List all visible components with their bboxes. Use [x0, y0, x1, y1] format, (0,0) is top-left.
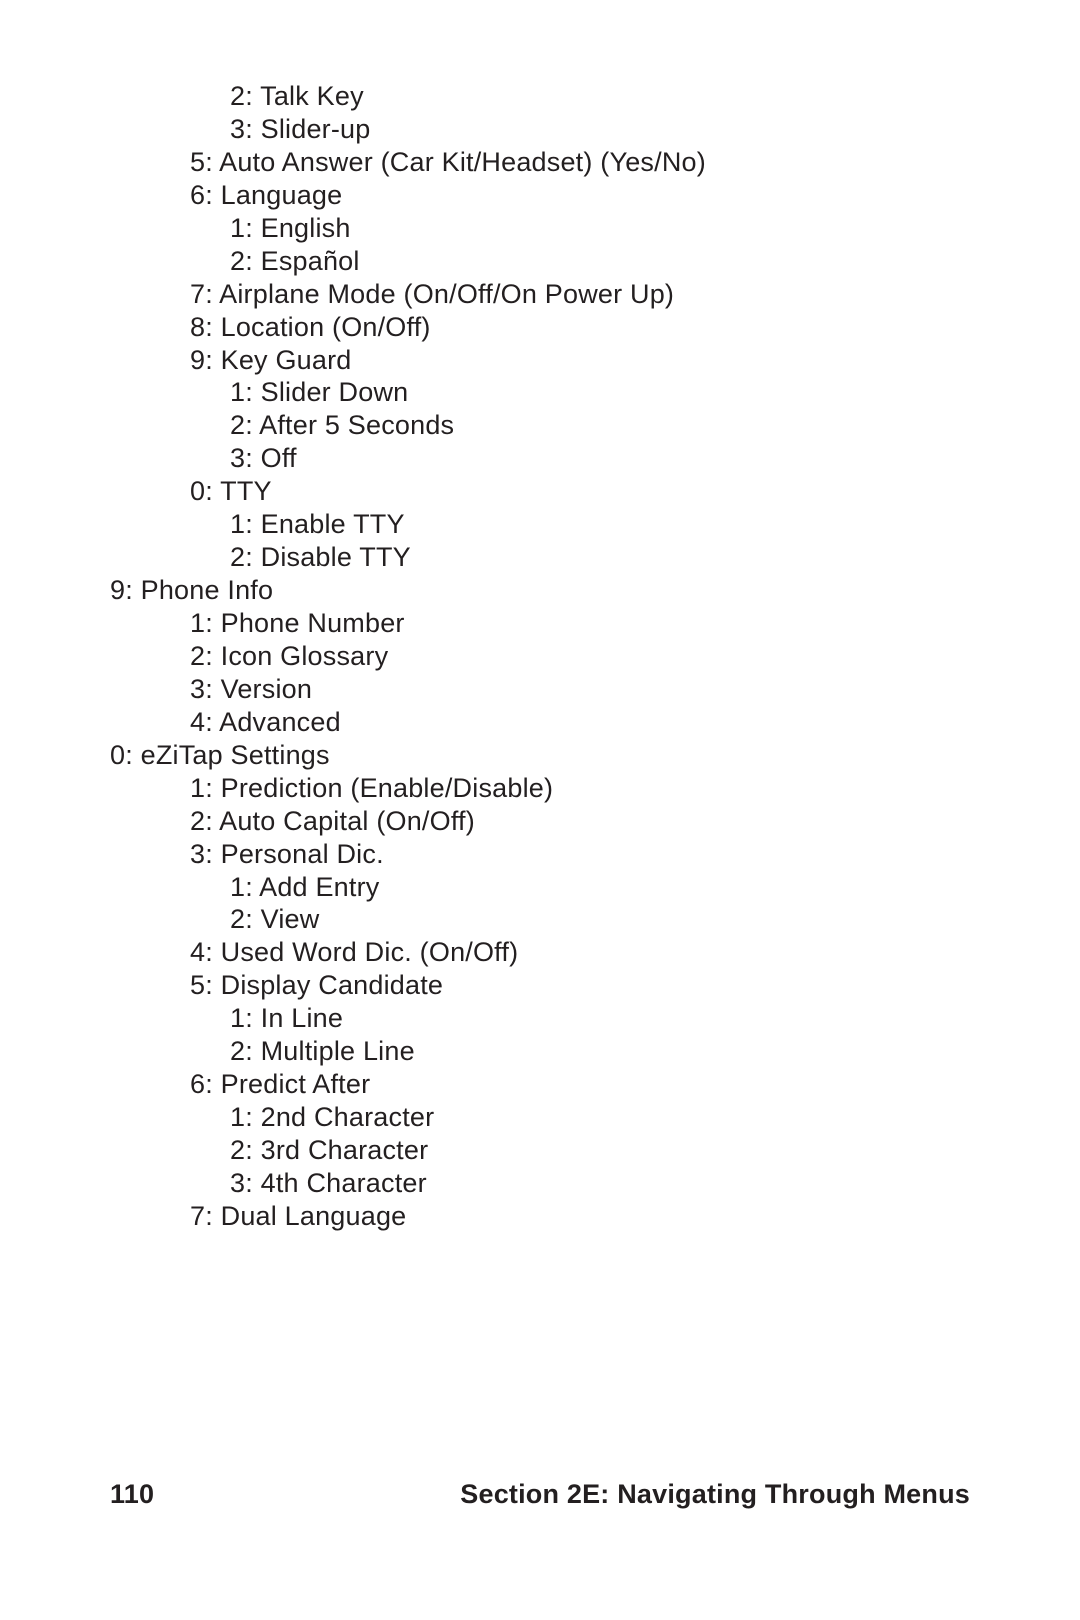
outline-line: 2: 3rd Character — [230, 1134, 970, 1167]
outline-line: 1: Add Entry — [230, 871, 970, 904]
outline-line: 1: Prediction (Enable/Disable) — [190, 772, 970, 805]
outline-line: 0: eZiTap Settings — [110, 739, 970, 772]
outline-line: 3: Slider-up — [230, 113, 970, 146]
outline-line: 1: Phone Number — [190, 607, 970, 640]
outline-line: 1: Slider Down — [230, 376, 970, 409]
outline-line: 4: Advanced — [190, 706, 970, 739]
outline-line: 8: Location (On/Off) — [190, 311, 970, 344]
outline-line: 7: Airplane Mode (On/Off/On Power Up) — [190, 278, 970, 311]
outline-line: 2: After 5 Seconds — [230, 409, 970, 442]
outline-line: 2: Español — [230, 245, 970, 278]
outline-line: 3: Off — [230, 442, 970, 475]
outline-line: 3: Personal Dic. — [190, 838, 970, 871]
outline-line: 5: Auto Answer (Car Kit/Headset) (Yes/No… — [190, 146, 970, 179]
outline-line: 3: Version — [190, 673, 970, 706]
outline-line: 2: Auto Capital (On/Off) — [190, 805, 970, 838]
outline-line: 4: Used Word Dic. (On/Off) — [190, 936, 970, 969]
outline-line: 3: 4th Character — [230, 1167, 970, 1200]
outline-line: 6: Language — [190, 179, 970, 212]
outline-line: 2: Multiple Line — [230, 1035, 970, 1068]
outline-line: 2: Icon Glossary — [190, 640, 970, 673]
outline-line: 2: View — [230, 903, 970, 936]
manual-page: 2: Talk Key3: Slider-up5: Auto Answer (C… — [0, 0, 1080, 1620]
outline-line: 7: Dual Language — [190, 1200, 970, 1233]
outline-line: 1: In Line — [230, 1002, 970, 1035]
outline-line: 2: Disable TTY — [230, 541, 970, 574]
outline-line: 2: Talk Key — [230, 80, 970, 113]
outline-line: 9: Key Guard — [190, 344, 970, 377]
section-title: Section 2E: Navigating Through Menus — [460, 1479, 970, 1510]
outline-line: 1: 2nd Character — [230, 1101, 970, 1134]
page-number: 110 — [110, 1479, 154, 1510]
page-footer: 110 Section 2E: Navigating Through Menus — [110, 1479, 970, 1510]
outline-line: 5: Display Candidate — [190, 969, 970, 1002]
outline-line: 0: TTY — [190, 475, 970, 508]
outline-line: 6: Predict After — [190, 1068, 970, 1101]
menu-outline: 2: Talk Key3: Slider-up5: Auto Answer (C… — [110, 80, 970, 1233]
outline-line: 1: English — [230, 212, 970, 245]
outline-line: 9: Phone Info — [110, 574, 970, 607]
outline-line: 1: Enable TTY — [230, 508, 970, 541]
